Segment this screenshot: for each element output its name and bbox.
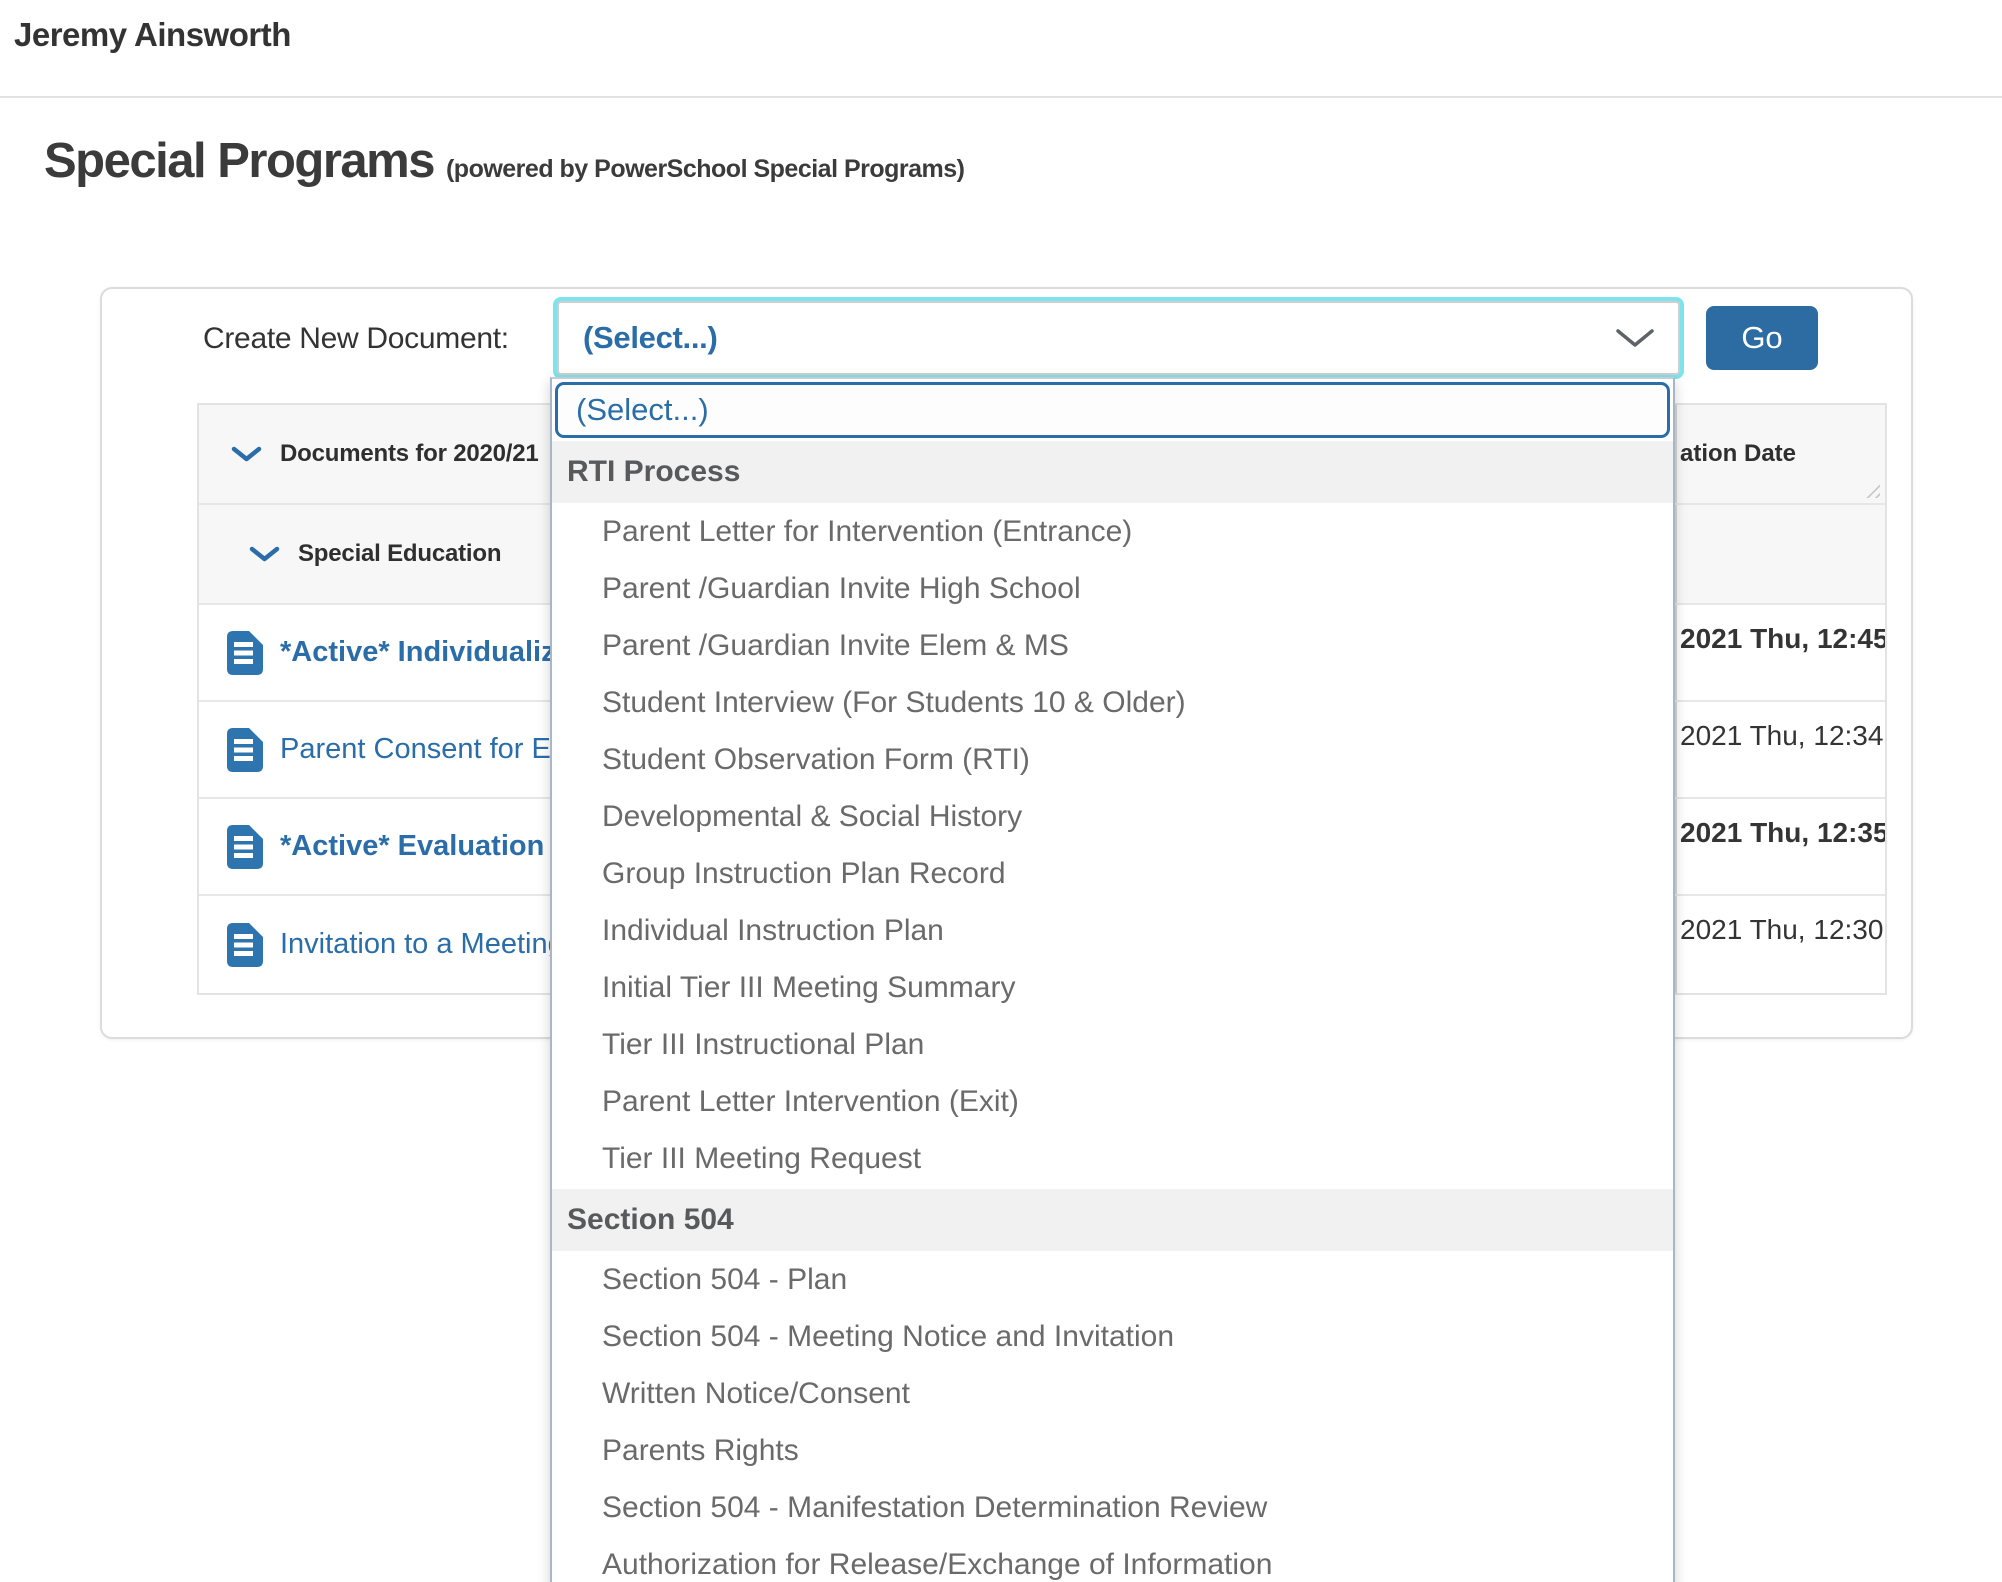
page-title: Special Programs [44,133,434,189]
document-type-option[interactable]: Individual Instruction Plan [552,902,1673,959]
document-type-option[interactable]: Authorization for Release/Exchange of In… [552,1536,1673,1582]
document-type-option[interactable]: Section 504 - Meeting Notice and Invitat… [552,1308,1673,1365]
document-type-option[interactable]: Group Instruction Plan Record [552,845,1673,902]
student-name: Jeremy Ainsworth [14,16,291,54]
document-type-group-label: RTI Process [552,441,1673,503]
document-type-dropdown: (Select...) RTI Process Parent Letter fo… [550,377,1675,1582]
special-education-label: Special Education [298,540,501,568]
creation-date-header-label: ation Date [1680,440,1796,468]
document-link[interactable]: Invitation to a Meeting [280,928,564,961]
dropdown-selected-option[interactable]: (Select...) [555,382,1670,438]
document-link[interactable]: *Active* Evaluation T [280,830,570,863]
document-type-option[interactable]: Parent Letter Intervention (Exit) [552,1073,1673,1130]
creation-date-cell: 2021 Thu, 12:34 [1675,702,1885,797]
creation-date-cell: 2021 Thu, 12:45 [1675,605,1885,700]
creation-date-cell: 2021 Thu, 12:35 [1675,799,1885,894]
create-document-label: Create New Document: [203,322,509,356]
go-button[interactable]: Go [1706,306,1818,370]
document-icon [227,825,263,869]
document-type-option[interactable]: Tier III Meeting Request [552,1130,1673,1187]
document-link[interactable]: Parent Consent for Eva [280,733,581,766]
document-type-option[interactable]: Developmental & Social History [552,788,1673,845]
page-title-row: Special Programs (powered by PowerSchool… [44,133,965,189]
empty-date-cell [1675,505,1885,603]
creation-date-cell: 2021 Thu, 12:30 [1675,896,1885,993]
document-icon [227,728,263,772]
document-type-option[interactable]: Section 504 - Plan [552,1251,1673,1308]
document-type-option[interactable]: Parent /Guardian Invite High School [552,560,1673,617]
document-link[interactable]: *Active* Individualize [280,636,572,669]
document-type-option[interactable]: Student Interview (For Students 10 & Old… [552,674,1673,731]
document-type-option[interactable]: Student Observation Form (RTI) [552,731,1673,788]
collapse-chevron-icon[interactable] [248,545,281,563]
document-icon [227,923,263,967]
documents-year-label: Documents for 2020/21 [280,440,539,468]
creation-date-column-header: ation Date [1675,405,1885,503]
document-type-group-label: Section 504 [552,1189,1673,1251]
document-type-option[interactable]: Parent /Guardian Invite Elem & MS [552,617,1673,674]
document-icon [227,631,263,675]
document-type-list: RTI Process Parent Letter for Interventi… [552,441,1673,1582]
document-type-option[interactable]: Tier III Instructional Plan [552,1016,1673,1073]
select-current-value: (Select...) [583,320,718,356]
document-type-option[interactable]: Parents Rights [552,1422,1673,1479]
header-divider [0,96,2002,98]
document-type-option[interactable]: Section 504 - Manifestation Determinatio… [552,1479,1673,1536]
document-type-option[interactable]: Written Notice/Consent [552,1365,1673,1422]
column-resize-grip[interactable] [1866,484,1880,498]
chevron-down-icon [1614,327,1656,349]
document-type-option[interactable]: Parent Letter for Intervention (Entrance… [552,503,1673,560]
document-type-select[interactable]: (Select...) [557,301,1680,375]
collapse-chevron-icon[interactable] [230,445,263,463]
page-subtitle: (powered by PowerSchool Special Programs… [446,155,965,184]
document-type-option[interactable]: Initial Tier III Meeting Summary [552,959,1673,1016]
